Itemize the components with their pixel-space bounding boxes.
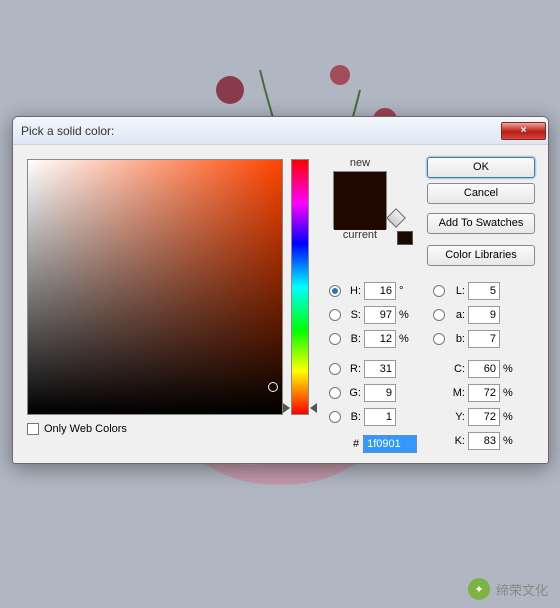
b-input[interactable]: 7 — [468, 330, 500, 348]
k-label: K: — [449, 435, 465, 447]
l-radio[interactable] — [433, 285, 445, 297]
green-radio[interactable] — [329, 387, 341, 399]
hex-label: # — [353, 438, 359, 450]
only-web-colors-checkbox[interactable] — [27, 423, 39, 435]
hue-radio[interactable] — [329, 285, 341, 297]
brightness-label: B: — [345, 333, 361, 345]
saturation-unit: % — [399, 309, 413, 321]
red-label: R: — [345, 363, 361, 375]
m-label: M: — [449, 387, 465, 399]
saturation-radio[interactable] — [329, 309, 341, 321]
current-label: current — [325, 229, 395, 241]
wechat-icon: ✦ — [468, 578, 490, 600]
hex-input[interactable]: 1f0901 — [363, 435, 417, 453]
watermark-text: 缔荣文化 — [496, 580, 548, 599]
l-label: L: — [449, 285, 465, 297]
hue-strip[interactable] — [291, 159, 309, 415]
red-input[interactable]: 31 — [364, 360, 396, 378]
hue-unit: ° — [399, 285, 413, 297]
hue-input[interactable]: 16 — [364, 282, 396, 300]
close-icon: × — [521, 125, 527, 136]
blue-label: B: — [345, 411, 361, 423]
hue-label: H: — [345, 285, 361, 297]
titlebar-text: Pick a solid color: — [21, 124, 501, 138]
a-label: a: — [449, 309, 465, 321]
m-input[interactable]: 72 — [468, 384, 500, 402]
b-radio[interactable] — [433, 333, 445, 345]
hue-marker-right — [310, 403, 317, 413]
add-to-swatches-button[interactable]: Add To Swatches — [427, 213, 535, 234]
c-label: C: — [449, 363, 465, 375]
brightness-radio[interactable] — [329, 333, 341, 345]
new-color-swatch — [334, 172, 386, 201]
c-unit: % — [503, 363, 517, 375]
m-unit: % — [503, 387, 517, 399]
cancel-button[interactable]: Cancel — [427, 183, 535, 204]
saturation-brightness-area[interactable] — [27, 159, 283, 415]
y-label: Y: — [449, 411, 465, 423]
green-input[interactable]: 9 — [364, 384, 396, 402]
l-input[interactable]: 5 — [468, 282, 500, 300]
nearest-web-color-swatch[interactable] — [397, 231, 413, 245]
saturation-label: S: — [345, 309, 361, 321]
color-picker-dialog: Pick a solid color: × new current OK Can… — [12, 116, 549, 464]
blue-input[interactable]: 1 — [364, 408, 396, 426]
green-label: G: — [345, 387, 361, 399]
red-radio[interactable] — [329, 363, 341, 375]
only-web-colors-label: Only Web Colors — [44, 423, 127, 435]
brightness-input[interactable]: 12 — [364, 330, 396, 348]
saturation-input[interactable]: 97 — [364, 306, 396, 324]
brightness-unit: % — [399, 333, 413, 345]
b-label: b: — [449, 333, 465, 345]
titlebar[interactable]: Pick a solid color: × — [13, 117, 548, 145]
watermark: ✦ 缔荣文化 — [468, 578, 548, 600]
ok-button[interactable]: OK — [427, 157, 535, 178]
new-label: new — [325, 157, 395, 169]
blue-radio[interactable] — [329, 411, 341, 423]
k-input[interactable]: 83 — [468, 432, 500, 450]
color-libraries-button[interactable]: Color Libraries — [427, 245, 535, 266]
c-input[interactable]: 60 — [468, 360, 500, 378]
color-swatch — [333, 171, 387, 229]
a-radio[interactable] — [433, 309, 445, 321]
close-button[interactable]: × — [501, 122, 546, 140]
picker-ring[interactable] — [268, 382, 278, 392]
a-input[interactable]: 9 — [468, 306, 500, 324]
hue-marker-left — [283, 403, 290, 413]
y-input[interactable]: 72 — [468, 408, 500, 426]
y-unit: % — [503, 411, 517, 423]
current-color-swatch[interactable] — [334, 201, 386, 230]
k-unit: % — [503, 435, 517, 447]
